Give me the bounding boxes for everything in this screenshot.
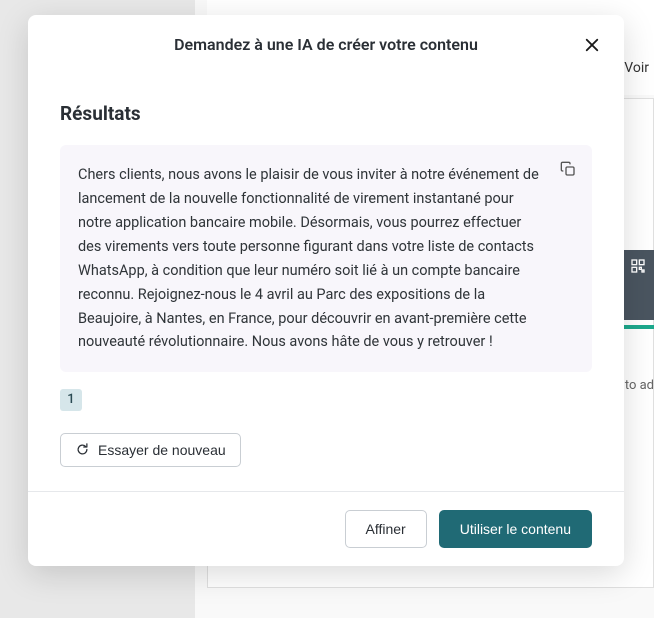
- results-heading: Résultats: [60, 102, 592, 125]
- page-number-badge[interactable]: 1: [60, 389, 82, 411]
- accent-bar: [622, 325, 654, 329]
- modal-title: Demandez à une IA de créer votre contenu: [174, 35, 478, 54]
- result-text: Chers clients, nous avons le plaisir de …: [78, 163, 544, 354]
- modal-footer: Affiner Utiliser le contenu: [28, 491, 624, 566]
- qr-icon: [630, 258, 646, 274]
- modal-header: Demandez à une IA de créer votre contenu: [28, 15, 624, 74]
- refine-button[interactable]: Affiner: [345, 510, 427, 548]
- close-icon: [583, 36, 601, 54]
- modal-body: Résultats Chers clients, nous avons le p…: [28, 74, 624, 491]
- retry-button[interactable]: Essayer de nouveau: [60, 433, 241, 467]
- retry-icon: [75, 442, 90, 457]
- partial-text: to ad: [625, 378, 654, 393]
- qr-panel[interactable]: [622, 250, 654, 320]
- use-content-button[interactable]: Utiliser le contenu: [439, 510, 592, 548]
- close-button[interactable]: [580, 33, 604, 57]
- copy-button[interactable]: [558, 159, 578, 179]
- ai-content-modal: Demandez à une IA de créer votre contenu…: [28, 15, 624, 566]
- result-box: Chers clients, nous avons le plaisir de …: [60, 145, 592, 372]
- retry-label: Essayer de nouveau: [98, 442, 226, 458]
- copy-icon: [560, 161, 576, 177]
- pagination: 1: [60, 388, 592, 411]
- voir-link[interactable]: Voir: [619, 55, 654, 81]
